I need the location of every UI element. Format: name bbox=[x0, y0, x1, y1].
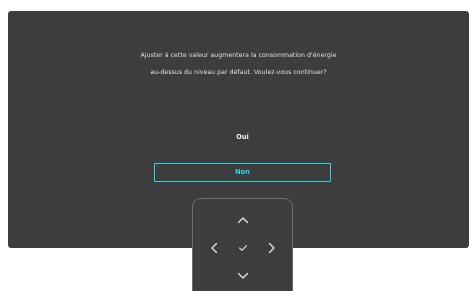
up-button[interactable] bbox=[234, 211, 252, 229]
ok-button[interactable] bbox=[234, 239, 252, 257]
message-line-2: au-dessus du niveau par défaut. Voulez-v… bbox=[150, 69, 327, 76]
chevron-right-icon bbox=[268, 242, 275, 254]
checkmark-icon bbox=[238, 245, 248, 251]
down-button[interactable] bbox=[234, 267, 252, 285]
chevron-left-icon bbox=[211, 242, 218, 254]
navigation-pad bbox=[192, 198, 293, 291]
left-button[interactable] bbox=[205, 239, 223, 257]
yes-option-button[interactable]: Oui bbox=[154, 128, 331, 147]
chevron-up-icon bbox=[237, 217, 249, 224]
chevron-down-icon bbox=[237, 272, 249, 279]
message-line-1: Ajuster à cette valeur augmentera la con… bbox=[140, 52, 337, 59]
dialog-message: Ajuster à cette valeur augmentera la con… bbox=[8, 47, 469, 81]
right-button[interactable] bbox=[263, 239, 281, 257]
no-option-button[interactable]: Non bbox=[154, 163, 331, 182]
